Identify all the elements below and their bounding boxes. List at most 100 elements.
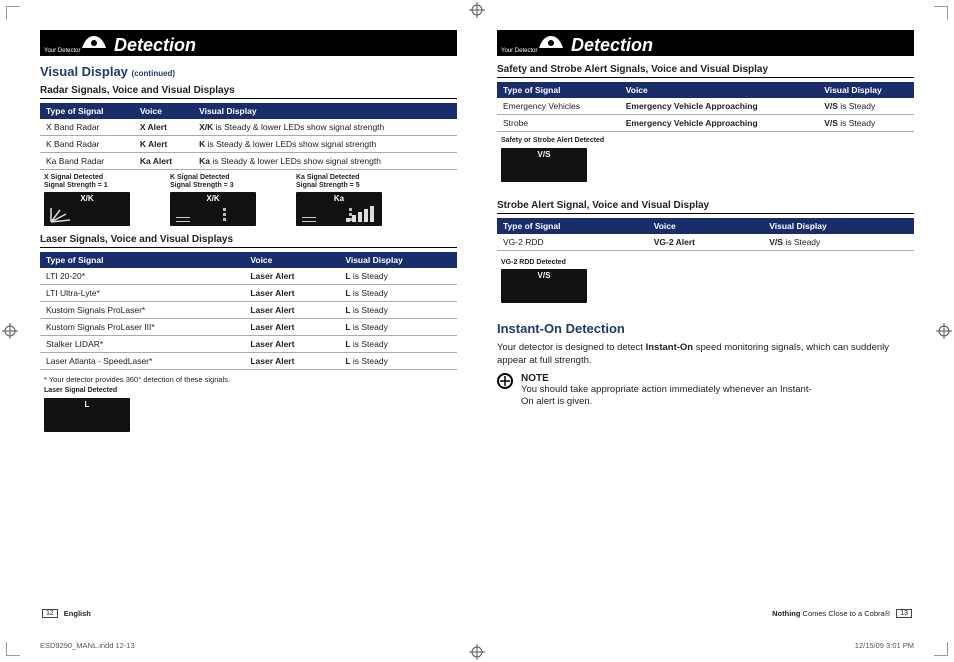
cell-signal: Laser Atlanta - SpeedLaser* — [40, 353, 244, 370]
table-row: X Band RadarX AlertX/K is Steady & lower… — [40, 119, 457, 136]
cell-voice: K Alert — [134, 136, 193, 153]
detector-logo-icon — [80, 32, 108, 52]
cell-signal: Strobe — [497, 115, 620, 132]
th-vd: Visual Display — [818, 82, 914, 98]
th-voice: Voice — [648, 218, 764, 234]
table-strobe-body: VG-2 RDDVG-2 AlertV/S is Steady — [497, 234, 914, 251]
header-title: Detection — [114, 35, 196, 56]
cell-voice: Emergency Vehicle Approaching — [620, 98, 818, 115]
crop-mark — [6, 642, 20, 656]
radar-diagrams: X Signal DetectedSignal Strength = 1 X/K… — [44, 174, 457, 226]
cell-visual-display: V/S is Steady — [818, 98, 914, 115]
cell-signal: X Band Radar — [40, 119, 134, 136]
footer-right: Nothing Comes Close to a Cobra® 13 — [772, 609, 912, 618]
registration-mark-icon — [469, 2, 485, 18]
header-bar: Your Detector Detection — [497, 30, 914, 56]
lcd-display-vg2: V/S — [501, 269, 587, 303]
cell-signal: K Band Radar — [40, 136, 134, 153]
cell-voice: VG-2 Alert — [648, 234, 764, 251]
crop-mark — [934, 642, 948, 656]
underline-icon — [302, 214, 316, 222]
brand-label: Your Detector — [501, 48, 537, 54]
footer-tagline: Nothing Comes Close to a Cobra® — [772, 609, 890, 618]
th-vd: Visual Display — [763, 218, 914, 234]
cell-visual-display: V/S is Steady — [763, 234, 914, 251]
footer-left: 12 English — [42, 609, 91, 618]
th-signal: Type of Signal — [40, 252, 244, 268]
lcd-display-k: X/K — [170, 192, 256, 226]
page-number: 12 — [42, 609, 58, 618]
underline-icon — [176, 214, 190, 222]
cell-visual-display: V/S is Steady — [818, 115, 914, 132]
lcd-text: V/S — [538, 150, 551, 159]
cell-visual-display: L is Steady — [339, 302, 457, 319]
th-signal: Type of Signal — [497, 82, 620, 98]
note-text: You should take appropriate action immed… — [521, 384, 821, 409]
cell-visual-display: L is Steady — [339, 353, 457, 370]
cell-signal: Emergency Vehicles — [497, 98, 620, 115]
table-radar-body: X Band RadarX AlertX/K is Steady & lower… — [40, 119, 457, 170]
header-title: Detection — [571, 35, 653, 56]
table-row: Ka Band RadarKa AlertKa is Steady & lowe… — [40, 153, 457, 170]
page-spread: Your Detector Detection Visual Display (… — [40, 30, 914, 618]
lcd-display-safety: V/S — [501, 148, 587, 182]
diag-ka-line2: Signal Strength = 5 — [296, 182, 360, 189]
cell-voice: X Alert — [134, 119, 193, 136]
cell-signal: LTI 20-20* — [40, 268, 244, 285]
cell-visual-display: L is Steady — [339, 285, 457, 302]
lcd-display-ka: Ka — [296, 192, 382, 226]
registration-mark-icon — [469, 644, 485, 660]
table-row: VG-2 RDDVG-2 AlertV/S is Steady — [497, 234, 914, 251]
instant-on-paragraph: Your detector is designed to detect Inst… — [497, 342, 914, 367]
laser-diag-label: Laser Signal Detected — [44, 387, 457, 395]
laser-footnote: * Your detector provides 360° detection … — [44, 375, 457, 384]
cell-voice: Laser Alert — [244, 268, 339, 285]
table-radar: Type of Signal Voice Visual Display X Ba… — [40, 103, 457, 170]
table-row: K Band RadarK AlertK is Steady & lower L… — [40, 136, 457, 153]
lcd-text: V/S — [538, 271, 551, 280]
instant-text-b: Instant-On — [646, 342, 694, 353]
dots-icon — [223, 208, 226, 221]
lcd-display-x: X/K — [44, 192, 130, 226]
crop-mark — [6, 6, 20, 20]
table-row: Laser Atlanta - SpeedLaser*Laser AlertL … — [40, 353, 457, 370]
th-voice: Voice — [620, 82, 818, 98]
cell-voice: Emergency Vehicle Approaching — [620, 115, 818, 132]
lcd-display-laser: L — [44, 398, 130, 432]
cell-signal: LTI Ultra-Lyte* — [40, 285, 244, 302]
cell-voice: Ka Alert — [134, 153, 193, 170]
table-row: Emergency VehiclesEmergency Vehicle Appr… — [497, 98, 914, 115]
registration-mark-icon — [2, 323, 18, 339]
slug-file: ESD9290_MANL.indd 12-13 — [40, 641, 135, 650]
page-left: Your Detector Detection Visual Display (… — [40, 30, 457, 618]
detector-logo-icon — [537, 32, 565, 52]
cell-voice: Laser Alert — [244, 285, 339, 302]
cell-signal: Kustom Signals ProLaser III* — [40, 319, 244, 336]
diagram-ka: Ka Signal DetectedSignal Strength = 5 Ka — [296, 174, 382, 226]
slug-timestamp: 12/15/09 3:01 PM — [855, 641, 914, 650]
registration-mark-icon — [936, 323, 952, 339]
footer-language: English — [64, 609, 91, 618]
diagram-x: X Signal DetectedSignal Strength = 1 X/K — [44, 174, 130, 226]
subsection-safety: Safety and Strobe Alert Signals, Voice a… — [497, 64, 914, 78]
strength-bars-icon — [346, 206, 374, 222]
diag-x-line2: Signal Strength = 1 — [44, 182, 108, 189]
cell-visual-display: X/K is Steady & lower LEDs show signal s… — [193, 119, 457, 136]
section-visual-display: Visual Display (continued) — [40, 64, 457, 79]
cell-voice: Laser Alert — [244, 302, 339, 319]
table-laser-body: LTI 20-20*Laser AlertL is SteadyLTI Ultr… — [40, 268, 457, 370]
brand-label: Your Detector — [44, 48, 80, 54]
signal-fan-icon — [48, 206, 74, 224]
lcd-text: X/K — [206, 194, 219, 203]
section-instant-on: Instant-On Detection — [497, 321, 914, 336]
header-bar: Your Detector Detection — [40, 30, 457, 56]
table-strobe: Type of Signal Voice Visual Display VG-2… — [497, 218, 914, 251]
cell-signal: VG-2 RDD — [497, 234, 648, 251]
cell-voice: Laser Alert — [244, 319, 339, 336]
vg2-diag-label: VG-2 RDD Detected — [501, 259, 914, 267]
cell-visual-display: Ka is Steady & lower LEDs show signal st… — [193, 153, 457, 170]
section-visual-display-text: Visual Display — [40, 64, 128, 79]
page-right: Your Detector Detection Safety and Strob… — [497, 30, 914, 618]
section-continued: (continued) — [132, 69, 176, 78]
diag-x-line1: X Signal Detected — [44, 174, 103, 181]
